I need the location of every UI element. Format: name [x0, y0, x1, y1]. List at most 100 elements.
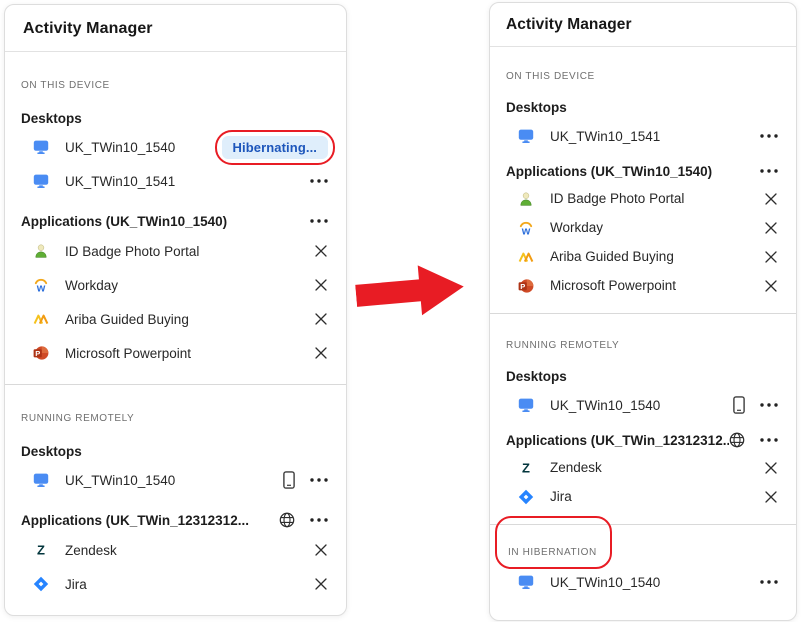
section-on-this-device: ON THIS DEVICE Desktops UK_TWin10_1541 A… — [490, 71, 796, 313]
desktop-row-label: UK_TWin10_1540 — [65, 473, 283, 488]
jira-icon — [518, 488, 534, 506]
page-title: Activity Manager — [490, 3, 796, 47]
application-row: ID Badge Photo Portal — [21, 234, 330, 268]
desktop-icon — [518, 127, 534, 145]
application-row-label: Jira — [550, 489, 764, 504]
desktop-row-label: UK_TWin10_1541 — [65, 174, 310, 189]
section-label: RUNNING REMOTELY — [506, 340, 780, 352]
annotation-oval — [495, 516, 612, 569]
activity-manager-panel-before: Activity Manager ON THIS DEVICE Desktops… — [4, 4, 347, 616]
close-icon[interactable] — [764, 192, 778, 206]
close-icon[interactable] — [314, 312, 328, 326]
desktop-row: UK_TWin10_1540 — [506, 567, 780, 597]
workday-icon — [518, 219, 534, 237]
application-row: Microsoft Powerpoint — [506, 271, 780, 300]
application-row: Workday — [506, 213, 780, 242]
close-icon[interactable] — [314, 346, 328, 360]
section-on-this-device: ON THIS DEVICE Desktops UK_TWin10_1540 H… — [5, 80, 346, 384]
more-actions-button[interactable] — [760, 403, 778, 407]
desktops-group-header: Desktops — [21, 441, 330, 461]
desktop-row-label: UK_TWin10_1541 — [550, 129, 760, 144]
application-row: Ariba Guided Buying — [506, 242, 780, 271]
close-icon[interactable] — [764, 461, 778, 475]
application-row: Jira — [21, 567, 330, 601]
application-row: Zendesk — [506, 453, 780, 482]
desktop-icon — [518, 396, 534, 414]
desktop-row: UK_TWin10_1541 — [506, 121, 780, 151]
globe-icon — [729, 432, 745, 448]
mobile-phone-icon — [283, 471, 295, 489]
hibernating-status-badge[interactable]: Hibernating... — [222, 136, 328, 159]
section-label: ON THIS DEVICE — [21, 80, 330, 92]
close-icon[interactable] — [314, 543, 328, 557]
globe-icon — [279, 512, 295, 528]
ariba-icon — [518, 248, 534, 266]
applications-group-header: Applications (UK_TWin_12312312... — [506, 427, 780, 453]
applications-group-header: Applications (UK_TWin_12312312... — [21, 507, 330, 533]
desktop-row-label: UK_TWin10_1540 — [65, 140, 222, 155]
more-actions-button[interactable] — [760, 438, 778, 442]
applications-group-header: Applications (UK_TWin10_1540) — [21, 208, 330, 234]
desktop-icon — [33, 471, 49, 489]
ariba-icon — [33, 310, 49, 328]
application-row: ID Badge Photo Portal — [506, 184, 780, 213]
desktops-group-header: Desktops — [506, 366, 780, 386]
more-actions-button[interactable] — [310, 518, 328, 522]
section-in-hibernation: IN HIBERNATION UK_TWin10_1540 — [490, 524, 796, 610]
zendesk-icon — [518, 459, 534, 477]
application-row: Zendesk — [21, 533, 330, 567]
desktop-row: UK_TWin10_1540 — [21, 463, 330, 497]
section-running-remotely: RUNNING REMOTELY Desktops UK_TWin10_1540… — [490, 313, 796, 524]
application-row-label: Jira — [65, 577, 314, 592]
application-row-label: Zendesk — [65, 543, 314, 558]
section-running-remotely: RUNNING REMOTELY Desktops UK_TWin10_1540… — [5, 384, 346, 615]
workday-icon — [33, 276, 49, 294]
application-row: Workday — [21, 268, 330, 302]
activity-manager-panel-after: Activity Manager ON THIS DEVICE Desktops… — [489, 2, 797, 621]
powerpoint-icon — [518, 277, 534, 295]
desktop-row: UK_TWin10_1540 Hibernating... — [21, 130, 330, 164]
desktop-row-label: UK_TWin10_1540 — [550, 575, 760, 590]
close-icon[interactable] — [764, 490, 778, 504]
application-row: Ariba Guided Buying — [21, 302, 330, 336]
application-row-label: Ariba Guided Buying — [550, 249, 764, 264]
desktop-icon — [33, 138, 49, 156]
application-row-label: Microsoft Powerpoint — [550, 278, 764, 293]
applications-group-header: Applications (UK_TWin10_1540) — [506, 158, 780, 184]
close-icon[interactable] — [314, 577, 328, 591]
close-icon[interactable] — [764, 250, 778, 264]
section-label: ON THIS DEVICE — [506, 71, 780, 83]
close-icon[interactable] — [764, 279, 778, 293]
application-row-label: ID Badge Photo Portal — [550, 191, 764, 206]
desktops-group-header: Desktops — [506, 97, 780, 117]
section-label: IN HIBERNATION — [508, 547, 597, 559]
application-row-label: Workday — [550, 220, 764, 235]
close-icon[interactable] — [314, 244, 328, 258]
annotation-arrow — [354, 258, 471, 326]
desktop-row: UK_TWin10_1540 — [506, 390, 780, 420]
close-icon[interactable] — [764, 221, 778, 235]
application-row-label: Microsoft Powerpoint — [65, 346, 314, 361]
page-title: Activity Manager — [5, 5, 346, 52]
application-row: Microsoft Powerpoint — [21, 336, 330, 370]
section-label: RUNNING REMOTELY — [21, 413, 330, 425]
more-actions-button[interactable] — [760, 580, 778, 584]
application-row-label: Ariba Guided Buying — [65, 312, 314, 327]
more-actions-button[interactable] — [310, 478, 328, 482]
desktop-icon — [518, 573, 534, 591]
desktop-row: UK_TWin10_1541 — [21, 164, 330, 198]
application-row: Jira — [506, 482, 780, 511]
more-actions-button[interactable] — [760, 169, 778, 173]
more-actions-button[interactable] — [310, 219, 328, 223]
mobile-phone-icon — [733, 396, 745, 414]
powerpoint-icon — [33, 344, 49, 362]
desktops-group-header: Desktops — [21, 108, 330, 128]
more-actions-button[interactable] — [310, 179, 328, 183]
close-icon[interactable] — [314, 278, 328, 292]
more-actions-button[interactable] — [760, 134, 778, 138]
application-row-label: Workday — [65, 278, 314, 293]
zendesk-icon — [33, 541, 49, 559]
jira-icon — [33, 575, 49, 593]
desktop-row-label: UK_TWin10_1540 — [550, 398, 733, 413]
desktop-icon — [33, 172, 49, 190]
